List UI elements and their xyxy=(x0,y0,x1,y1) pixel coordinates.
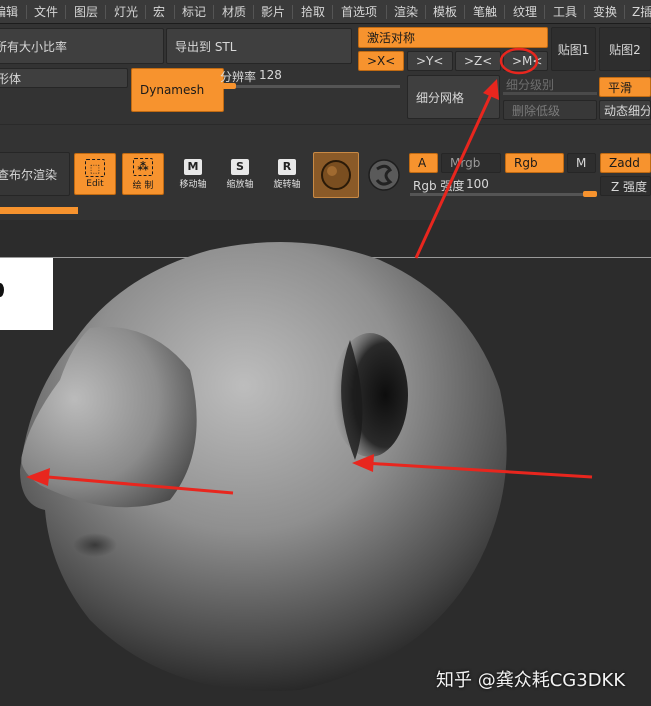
map1-button[interactable]: 贴图1 xyxy=(551,27,596,71)
menu-separator xyxy=(65,5,66,19)
z-intensity-slider[interactable]: Z 强度 xyxy=(600,176,651,196)
export-stl-button[interactable]: 导出到 STL xyxy=(166,28,352,64)
menu-separator xyxy=(544,5,545,19)
draw-tool-button[interactable]: ⁂ 绘 制 xyxy=(122,153,164,195)
menu-separator xyxy=(213,5,214,19)
texture-sphere-icon xyxy=(368,159,400,191)
bool-render-button[interactable]: 查布尔渲染 xyxy=(0,152,70,196)
menu-zplugin[interactable]: Z插 xyxy=(632,3,651,20)
menu-layer[interactable]: 图层 xyxy=(74,3,98,20)
brush-progress-bar xyxy=(0,207,78,214)
divider xyxy=(0,124,651,125)
edit-icon: ⬚ xyxy=(85,159,105,177)
menu-movie[interactable]: 影片 xyxy=(261,3,285,20)
dynamic-subdiv-button[interactable]: 动态细分 xyxy=(599,100,651,120)
menu-stroke[interactable]: 笔触 xyxy=(473,3,497,20)
menu-separator xyxy=(292,5,293,19)
symmetry-m-button[interactable]: >M< xyxy=(503,51,548,71)
draw-tool-label: 绘 制 xyxy=(132,180,154,191)
material-preview-button[interactable] xyxy=(313,152,359,198)
symmetry-x-button[interactable]: >X< xyxy=(358,51,404,71)
smooth-button[interactable]: 平滑 xyxy=(599,77,651,97)
rgb-intensity-value: 100 xyxy=(466,177,489,191)
menu-transform[interactable]: 变换 xyxy=(593,3,617,20)
scale-gizmo-icon: S xyxy=(231,158,249,175)
watermark-text: 知乎 @龚众耗CG3DKK xyxy=(436,670,626,691)
menu-edit[interactable]: 编辑 xyxy=(0,3,18,20)
menu-picker[interactable]: 拾取 xyxy=(301,3,325,20)
menu-preferences[interactable]: 首选项 xyxy=(341,3,377,20)
scale-gizmo-button[interactable]: S 缩放轴 xyxy=(219,153,261,195)
toolbar-panel: 所有大小比率 导出到 STL 激活对称 >X< >Y< >Z< >M< 贴图1 … xyxy=(0,24,651,220)
rgb-intensity-label: Rgb 强度 xyxy=(413,179,465,193)
channel-m-button[interactable]: M xyxy=(567,153,596,173)
menu-separator xyxy=(105,5,106,19)
ratio-button[interactable]: 所有大小比率 xyxy=(0,28,164,64)
menu-render[interactable]: 渲染 xyxy=(394,3,418,20)
menu-light[interactable]: 灯光 xyxy=(114,3,138,20)
solid-button[interactable]: 形体 xyxy=(0,68,128,88)
move-gizmo-button[interactable]: M 移动轴 xyxy=(172,153,214,195)
menu-separator xyxy=(26,5,27,19)
menu-file[interactable]: 文件 xyxy=(34,3,58,20)
channel-rgb-button[interactable]: Rgb xyxy=(505,153,564,173)
scale-gizmo-label: 缩放轴 xyxy=(226,179,254,190)
menu-template[interactable]: 模板 xyxy=(433,3,457,20)
edit-tool-button[interactable]: ⬚ Edit xyxy=(74,153,116,195)
menu-separator xyxy=(332,5,333,19)
rotate-gizmo-label: 旋转轴 xyxy=(273,179,301,190)
draw-icon: ⁂ xyxy=(133,157,153,176)
subdiv-level-label: 细分级别 xyxy=(506,78,555,92)
symmetry-y-button[interactable]: >Y< xyxy=(407,51,453,71)
menu-separator xyxy=(253,5,254,19)
channel-a-button[interactable]: A xyxy=(409,153,438,173)
menu-separator xyxy=(464,5,465,19)
subdiv-level-slider[interactable] xyxy=(503,92,597,95)
move-gizmo-label: 移动轴 xyxy=(179,179,207,190)
rgb-intensity-slider-knob[interactable] xyxy=(583,191,597,197)
sculpt-scene xyxy=(20,242,593,692)
rotate-gizmo-icon: R xyxy=(278,158,296,175)
menu-marker[interactable]: 标记 xyxy=(182,3,206,20)
menu-separator xyxy=(174,5,175,19)
dynamesh-button[interactable]: Dynamesh xyxy=(131,68,224,112)
edit-tool-label: Edit xyxy=(86,179,104,189)
resolution-slider-knob[interactable] xyxy=(222,83,236,89)
menu-separator xyxy=(584,5,585,19)
menu-texture[interactable]: 纹理 xyxy=(513,3,537,20)
menu-macro[interactable]: 宏 xyxy=(153,3,165,20)
menu-separator xyxy=(624,5,625,19)
menu-separator xyxy=(504,5,505,19)
delete-lower-button[interactable]: 删除低级 xyxy=(503,100,597,120)
rotate-gizmo-button[interactable]: R 旋转轴 xyxy=(266,153,308,195)
rgb-intensity-slider[interactable] xyxy=(410,193,596,196)
menu-tool[interactable]: 工具 xyxy=(553,3,577,20)
menu-material[interactable]: 材质 xyxy=(222,3,246,20)
activate-symmetry-button[interactable]: 激活对称 xyxy=(358,27,548,48)
move-gizmo-icon: M xyxy=(184,158,202,175)
menu-separator xyxy=(425,5,426,19)
symmetry-z-button[interactable]: >Z< xyxy=(455,51,501,71)
channel-mrgb-button[interactable]: Mrgb xyxy=(441,153,501,173)
zadd-button[interactable]: Zadd xyxy=(600,153,651,173)
subdivide-mesh-button[interactable]: 细分网格 xyxy=(407,75,500,119)
material-sphere-icon xyxy=(321,160,351,190)
texture-preview-button[interactable] xyxy=(364,155,404,195)
map2-button[interactable]: 贴图2 xyxy=(599,27,651,71)
resolution-value: 128 xyxy=(259,68,282,82)
menu-separator xyxy=(386,5,387,19)
menu-separator xyxy=(145,5,146,19)
resolution-slider[interactable] xyxy=(222,85,400,88)
menu-bar: 编辑 文件 图层 灯光 宏 标记 材质 影片 拾取 首选项 渲染 模板 笔触 纹… xyxy=(0,0,651,24)
sculpt-dent xyxy=(73,533,117,557)
